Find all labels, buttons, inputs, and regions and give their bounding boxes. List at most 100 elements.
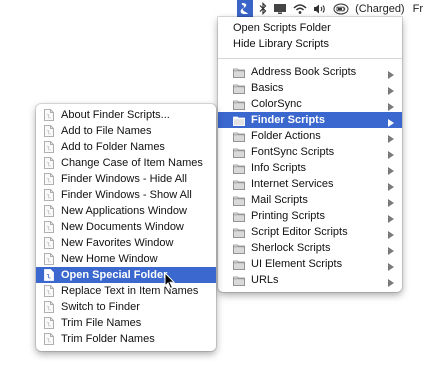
submenu-arrow-icon <box>388 100 394 111</box>
finder-script-finder-windows-show-all[interactable]: Finder Windows - Show All <box>36 187 216 203</box>
folder-icon <box>233 82 245 94</box>
folder-icon <box>233 210 245 222</box>
submenu-arrow-icon <box>388 196 394 207</box>
script-folder-label: Sherlock Scripts <box>251 242 331 254</box>
script-file-icon <box>43 253 55 265</box>
script-folder-label: Printing Scripts <box>251 210 325 222</box>
submenu-arrow-icon <box>388 68 394 79</box>
finder-script-new-documents-window[interactable]: New Documents Window <box>36 219 216 235</box>
script-menu-icon[interactable] <box>237 0 254 17</box>
script-folder-label: URLs <box>251 274 279 286</box>
finder-script-finder-windows-hide-all[interactable]: Finder Windows - Hide All <box>36 171 216 187</box>
script-folder-label: Address Book Scripts <box>251 66 357 78</box>
finder-script-trim-folder-names[interactable]: Trim Folder Names <box>36 331 216 347</box>
bluetooth-icon[interactable] <box>259 1 267 16</box>
folder-icon <box>233 274 245 286</box>
script-folder-folder-actions[interactable]: Folder Actions <box>218 128 402 144</box>
script-folder-ui-element-scripts[interactable]: UI Element Scripts <box>218 256 402 272</box>
finder-script-label: About Finder Scripts... <box>61 109 170 121</box>
script-file-icon <box>43 125 55 137</box>
submenu-arrow-icon <box>388 244 394 255</box>
script-menu: Open Scripts Folder Hide Library Scripts… <box>218 17 402 292</box>
finder-script-label: New Home Window <box>61 253 158 265</box>
finder-script-label: Trim Folder Names <box>61 333 155 345</box>
hide-library-scripts-item[interactable]: Hide Library Scripts <box>218 36 402 52</box>
finder-script-label: New Favorites Window <box>61 237 174 249</box>
submenu-arrow-icon <box>388 84 394 95</box>
finder-script-label: Add to Folder Names <box>61 141 165 153</box>
folder-icon <box>233 146 245 158</box>
finder-script-label: Trim File Names <box>61 317 142 329</box>
submenu-arrow-icon <box>388 116 394 127</box>
script-file-icon <box>43 205 55 217</box>
submenu-arrow-icon <box>388 132 394 143</box>
script-folder-urls[interactable]: URLs <box>218 272 402 288</box>
finder-script-label: Add to File Names <box>61 125 152 137</box>
script-folder-basics[interactable]: Basics <box>218 80 402 96</box>
script-folder-mail-scripts[interactable]: Mail Scripts <box>218 192 402 208</box>
script-file-icon <box>43 157 55 169</box>
finder-script-about-finder-scripts[interactable]: About Finder Scripts... <box>36 107 216 123</box>
finder-script-trim-file-names[interactable]: Trim File Names <box>36 315 216 331</box>
script-folder-label: ColorSync <box>251 98 302 110</box>
folder-icon <box>233 178 245 190</box>
folder-icon <box>233 242 245 254</box>
open-scripts-folder-item[interactable]: Open Scripts Folder <box>218 20 402 36</box>
script-folder-label: Info Scripts <box>251 162 307 174</box>
finder-script-label: New Applications Window <box>61 205 187 217</box>
finder-script-replace-text-in-item-names[interactable]: Replace Text in Item Names <box>36 283 216 299</box>
finder-script-label: Open Special Folder <box>61 269 168 281</box>
folder-icon <box>233 130 245 142</box>
script-folder-sherlock-scripts[interactable]: Sherlock Scripts <box>218 240 402 256</box>
submenu-arrow-icon <box>388 228 394 239</box>
script-folder-label: FontSync Scripts <box>251 146 335 158</box>
script-folder-label: Basics <box>251 82 284 94</box>
script-folder-fontsync-scripts[interactable]: FontSync Scripts <box>218 144 402 160</box>
finder-scripts-submenu: About Finder Scripts... Add to File Name… <box>36 104 216 351</box>
submenu-arrow-icon <box>388 164 394 175</box>
finder-script-list: About Finder Scripts... Add to File Name… <box>36 107 216 347</box>
script-folder-label: Script Editor Scripts <box>251 226 348 238</box>
script-file-icon <box>43 173 55 185</box>
screen: (Charged) Fr Open Scripts Folder Hide Li… <box>0 0 425 367</box>
script-folder-address-book-scripts[interactable]: Address Book Scripts <box>218 64 402 80</box>
finder-script-new-applications-window[interactable]: New Applications Window <box>36 203 216 219</box>
airport-icon[interactable] <box>293 1 307 16</box>
script-folder-script-editor-scripts[interactable]: Script Editor Scripts <box>218 224 402 240</box>
folder-icon <box>233 114 245 126</box>
volume-icon[interactable] <box>313 1 327 16</box>
menu-bar: (Charged) Fr <box>0 0 425 17</box>
script-folder-printing-scripts[interactable]: Printing Scripts <box>218 208 402 224</box>
script-folder-list: Address Book Scripts Basics ColorSync Fi… <box>218 64 402 288</box>
script-file-icon <box>43 109 55 121</box>
script-folder-info-scripts[interactable]: Info Scripts <box>218 160 402 176</box>
finder-script-label: New Documents Window <box>61 221 184 233</box>
finder-script-label: Finder Windows - Hide All <box>61 173 187 185</box>
finder-script-new-favorites-window[interactable]: New Favorites Window <box>36 235 216 251</box>
finder-script-switch-to-finder[interactable]: Switch to Finder <box>36 299 216 315</box>
script-file-icon <box>43 221 55 233</box>
menubar-trailing-label[interactable]: Fr <box>413 1 423 16</box>
finder-script-open-special-folder[interactable]: Open Special Folder <box>36 267 216 283</box>
script-file-icon <box>43 189 55 201</box>
script-folder-colorsync[interactable]: ColorSync <box>218 96 402 112</box>
submenu-arrow-icon <box>388 260 394 271</box>
script-folder-label: Mail Scripts <box>251 194 308 206</box>
submenu-arrow-icon <box>388 212 394 223</box>
script-folder-finder-scripts[interactable]: Finder Scripts <box>218 112 402 128</box>
script-folder-label: Folder Actions <box>251 130 321 142</box>
script-folder-label: UI Element Scripts <box>251 258 343 270</box>
battery-icon[interactable] <box>333 1 349 16</box>
finder-script-change-case-of-item-names[interactable]: Change Case of Item Names <box>36 155 216 171</box>
battery-status-label[interactable]: (Charged) <box>355 1 405 16</box>
script-file-icon <box>43 333 55 345</box>
finder-script-add-to-folder-names[interactable]: Add to Folder Names <box>36 139 216 155</box>
finder-script-new-home-window[interactable]: New Home Window <box>36 251 216 267</box>
script-folder-internet-services[interactable]: Internet Services <box>218 176 402 192</box>
folder-icon <box>233 66 245 78</box>
finder-script-add-to-file-names[interactable]: Add to File Names <box>36 123 216 139</box>
display-icon[interactable] <box>273 1 287 16</box>
script-file-icon <box>43 301 55 313</box>
script-file-icon <box>43 317 55 329</box>
mouse-cursor-icon <box>164 272 176 290</box>
